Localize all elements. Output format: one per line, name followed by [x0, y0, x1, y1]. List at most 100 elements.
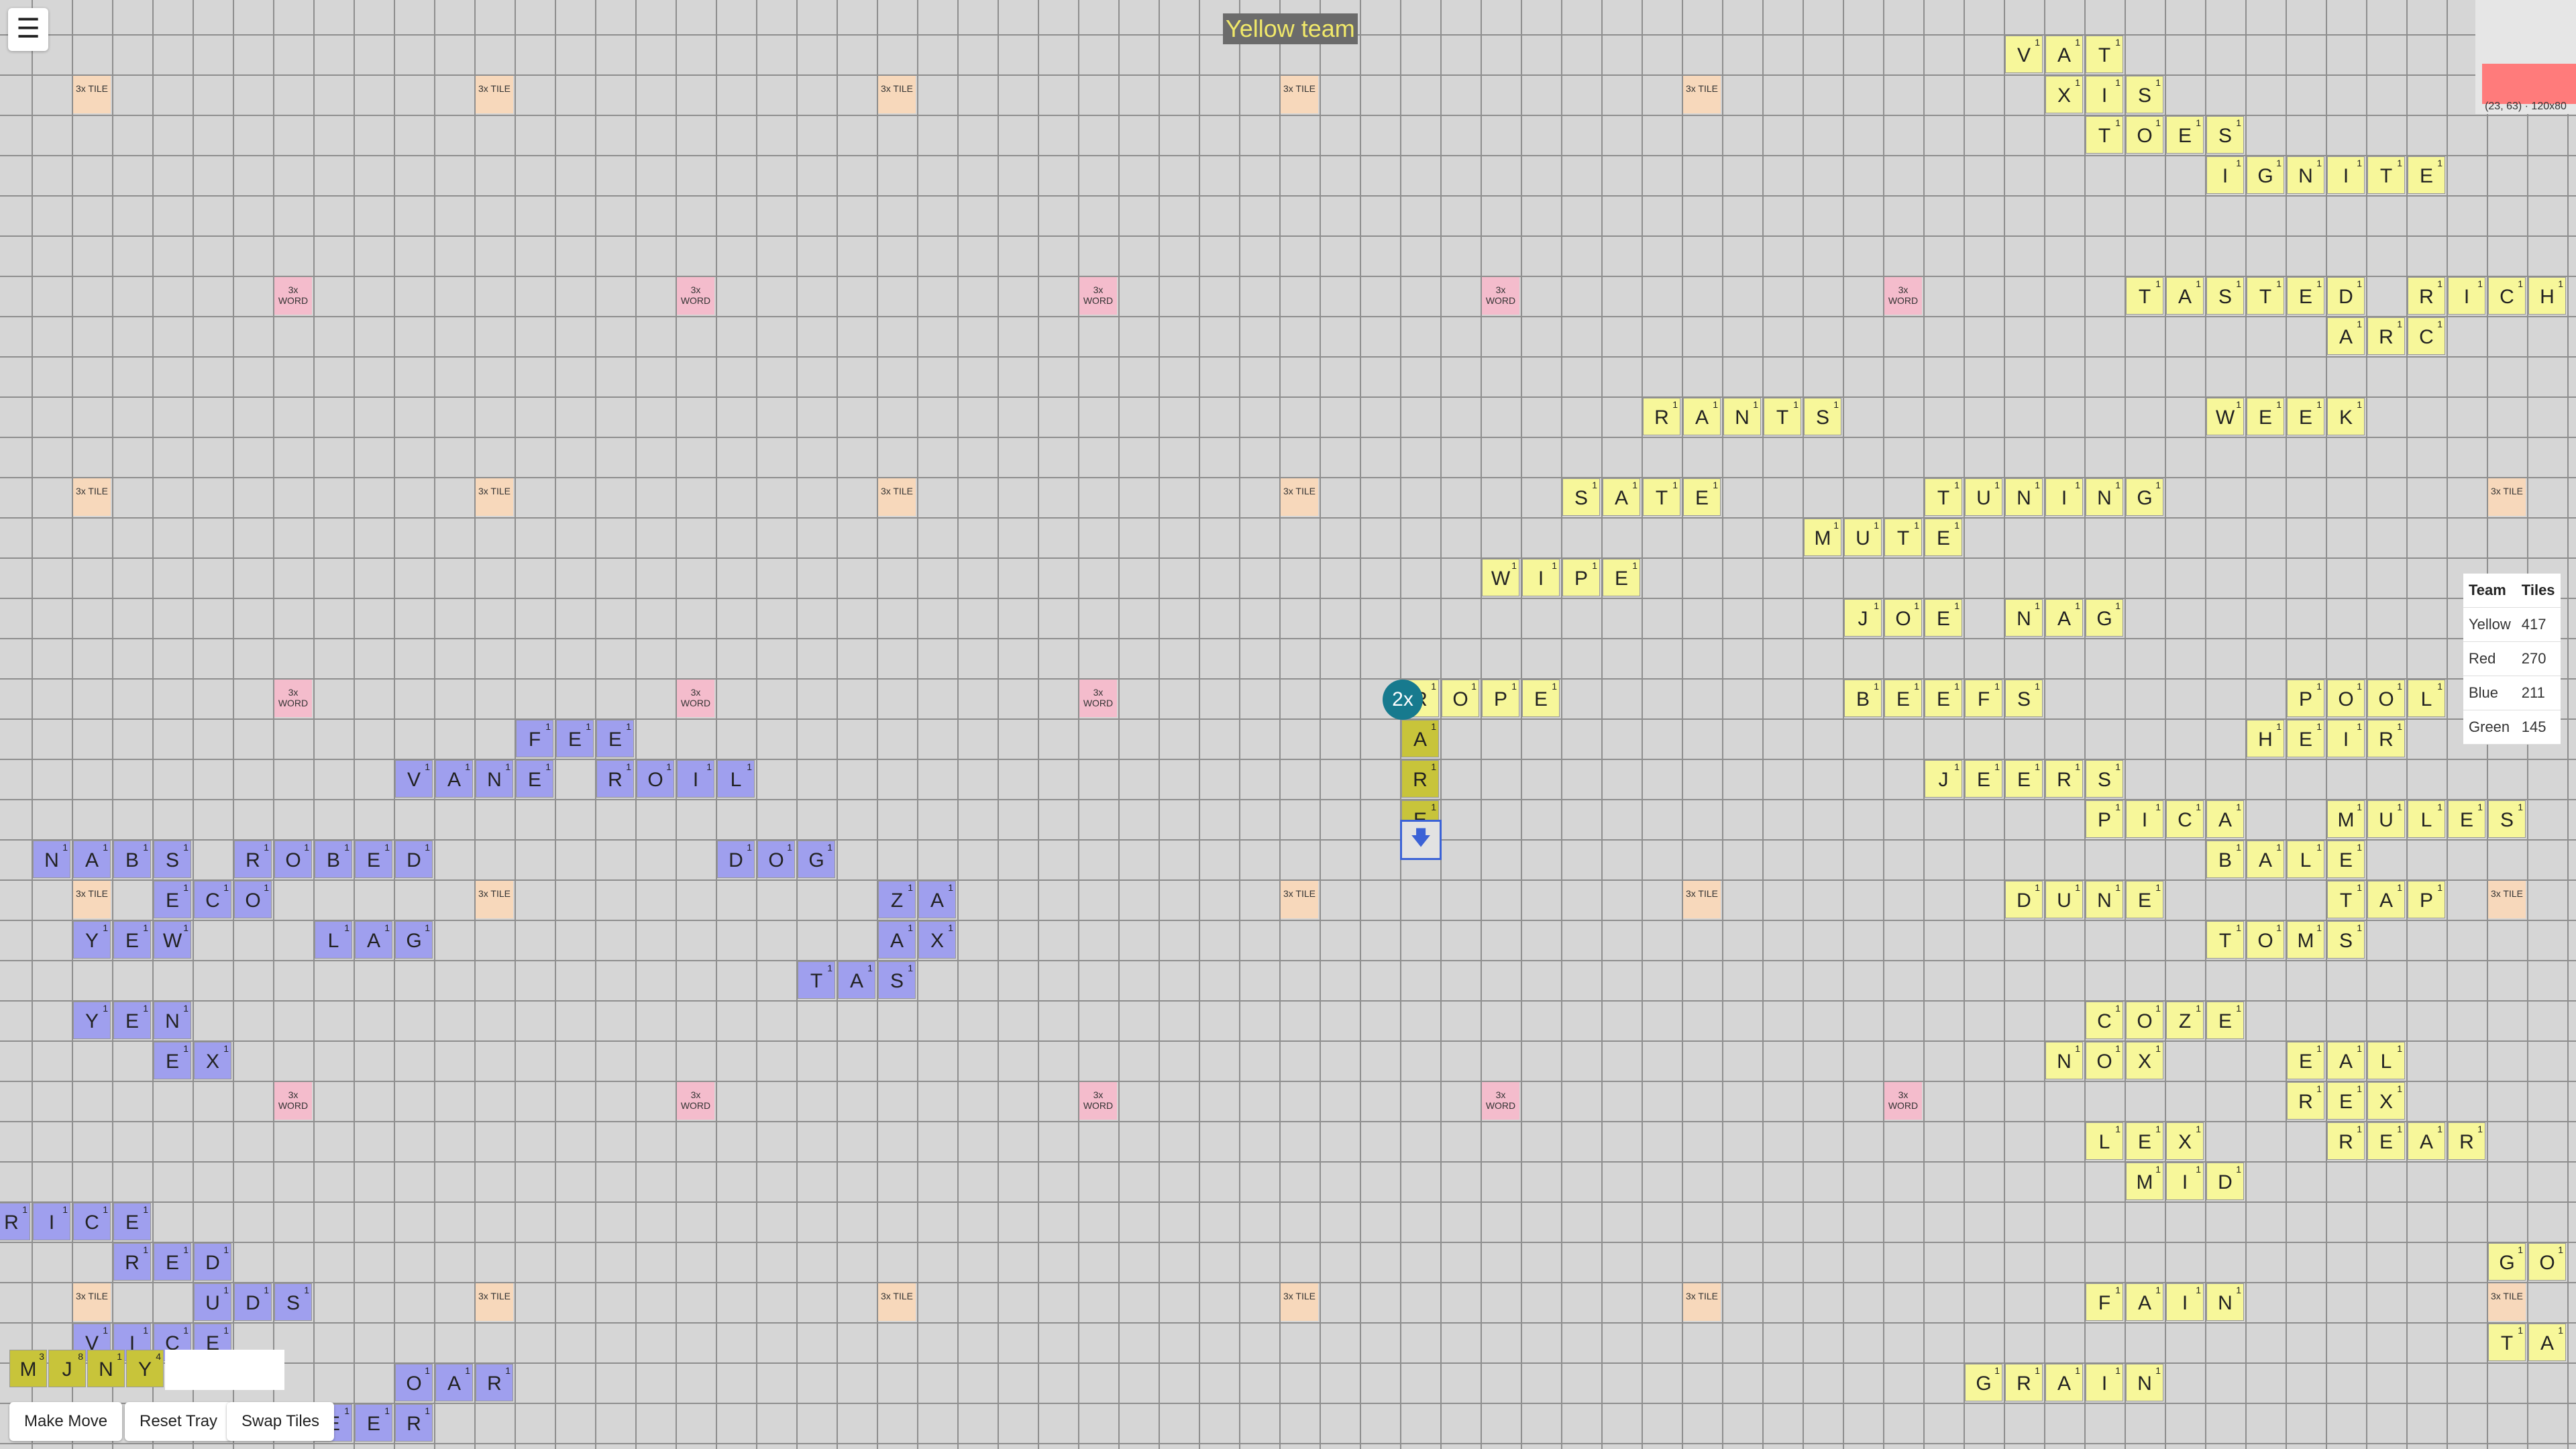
triple-word-square[interactable]: 3x WORD	[677, 680, 714, 717]
board-tile: N1	[2005, 599, 2043, 637]
triple-tile-square[interactable]: 3x TILE	[1683, 881, 1721, 918]
triple-tile-square[interactable]: 3x TILE	[2488, 1283, 2526, 1321]
triple-word-square[interactable]: 3x WORD	[677, 1082, 714, 1120]
tile-value: 1	[1431, 802, 1436, 812]
triple-tile-square[interactable]: 3x TILE	[1683, 1283, 1721, 1321]
tray-tile[interactable]: Y4	[126, 1350, 164, 1387]
tile-value: 1	[384, 922, 390, 933]
menu-button[interactable]: ☰	[8, 8, 48, 51]
tile-value: 1	[2196, 1003, 2201, 1014]
tile-value: 1	[2437, 802, 2443, 812]
triple-tile-square[interactable]: 3x TILE	[2488, 881, 2526, 918]
board-tile: I1	[2327, 156, 2365, 194]
triple-tile-square[interactable]: 3x TILE	[1683, 76, 1721, 113]
triple-word-square[interactable]: 3x WORD	[1884, 277, 1922, 315]
tile-letter: I	[2101, 1373, 2108, 1395]
placed-tile[interactable]: R1	[1401, 760, 1439, 798]
tile-value: 1	[1672, 480, 1678, 490]
team-name: Green	[2463, 710, 2516, 745]
triple-tile-square[interactable]: 3x TILE	[73, 881, 111, 918]
board-tile: E1	[2206, 1002, 2244, 1039]
triple-tile-square[interactable]: 3x TILE	[2488, 478, 2526, 516]
board-tile: E1	[2367, 1122, 2405, 1160]
triple-tile-square[interactable]: 3x TILE	[476, 478, 513, 516]
triple-tile-square[interactable]: 3x TILE	[476, 1283, 513, 1321]
tile-value: 1	[1753, 399, 1758, 410]
letter-tray[interactable]: M3 J8 N1 Y4	[9, 1350, 284, 1390]
minimap[interactable]: (23, 63) · 120x80	[2475, 0, 2576, 114]
tile-value: 1	[465, 761, 470, 772]
make-move-button[interactable]: Make Move	[9, 1402, 123, 1441]
triple-tile-square[interactable]: 3x TILE	[1281, 1283, 1318, 1321]
tile-letter: S	[2218, 125, 2232, 147]
triple-word-square[interactable]: 3x WORD	[1884, 1082, 1922, 1120]
board-tile: A1	[2367, 881, 2405, 918]
tile-letter: O	[647, 769, 663, 791]
triple-word-square[interactable]: 3x WORD	[1482, 277, 1519, 315]
board-tile: A1	[2045, 36, 2083, 73]
tile-letter: N	[2017, 487, 2031, 509]
tray-tile[interactable]: N1	[87, 1350, 125, 1387]
board-tile: E1	[2166, 116, 2204, 154]
tile-letter: X	[2379, 1091, 2393, 1113]
reset-tray-button[interactable]: Reset Tray	[125, 1402, 233, 1441]
tile-value: 1	[747, 761, 752, 772]
tile-value: 1	[2276, 158, 2282, 168]
board-tile: T1	[2327, 881, 2365, 918]
tile-letter: O	[2257, 930, 2273, 952]
triple-tile-square[interactable]: 3x TILE	[878, 478, 916, 516]
board-tile: L1	[2287, 841, 2324, 878]
triple-tile-square[interactable]: 3x TILE	[476, 76, 513, 113]
board-tile: I1	[2045, 478, 2083, 516]
tile-letter: O	[2539, 1252, 2555, 1274]
triple-tile-square[interactable]: 3x TILE	[878, 76, 916, 113]
tile-letter: E	[2258, 407, 2272, 429]
placed-tile[interactable]: A1	[1401, 720, 1439, 757]
triple-word-square[interactable]: 3x WORD	[274, 680, 312, 717]
board-tile: A1	[1603, 478, 1640, 516]
triple-tile-square[interactable]: 3x TILE	[476, 881, 513, 918]
tile-letter: X	[930, 930, 944, 952]
board-tile: B1	[113, 841, 151, 878]
tile-letter: R	[2419, 286, 2434, 308]
tile-letter: R	[125, 1252, 140, 1274]
triple-word-square[interactable]: 3x WORD	[274, 1082, 312, 1120]
placement-cursor[interactable]: 🡇	[1400, 820, 1442, 860]
triple-tile-square[interactable]: 3x TILE	[1281, 478, 1318, 516]
tile-value: 1	[2075, 1043, 2080, 1054]
swap-tiles-button[interactable]: Swap Tiles	[227, 1402, 335, 1441]
team-tiles: 211	[2516, 676, 2561, 710]
board-tile: R1	[2367, 317, 2405, 355]
tile-letter: T	[2098, 125, 2111, 147]
tile-value: 1	[2357, 1124, 2362, 1134]
board-tile: Y1	[73, 1002, 111, 1039]
tray-empty-slot[interactable]	[165, 1350, 284, 1390]
triple-tile-square[interactable]: 3x TILE	[73, 1283, 111, 1321]
triple-word-square[interactable]: 3x WORD	[1079, 1082, 1117, 1120]
board-tile: F1	[516, 720, 553, 757]
tile-value: 1	[505, 761, 511, 772]
triple-word-square[interactable]: 3x WORD	[1079, 277, 1117, 315]
triple-word-square[interactable]: 3x WORD	[274, 277, 312, 315]
tile-letter: U	[1976, 487, 1991, 509]
triple-word-square[interactable]: 3x WORD	[1079, 680, 1117, 717]
triple-tile-square[interactable]: 3x TILE	[1281, 881, 1318, 918]
game-board[interactable]: 3x TILE 3x TILE 3x TILE 3x TILE 3x TILE 3x TI…	[0, 0, 2576, 1449]
tray-tile[interactable]: J8	[48, 1350, 86, 1387]
tile-value: 1	[2196, 117, 2201, 128]
triple-tile-square[interactable]: 3x TILE	[73, 76, 111, 113]
tray-tile[interactable]: M3	[9, 1350, 47, 1387]
triple-tile-square[interactable]: 3x TILE	[73, 478, 111, 516]
triple-word-square[interactable]: 3x WORD	[1482, 1082, 1519, 1120]
tile-value: 8	[78, 1351, 83, 1362]
tile-letter: E	[2298, 729, 2312, 751]
board-tile: I1	[2086, 1364, 2123, 1401]
tile-value: 1	[1954, 761, 1960, 772]
tile-value: 1	[2155, 1285, 2161, 1295]
tile-letter: R	[487, 1373, 502, 1395]
triple-word-square[interactable]: 3x WORD	[677, 277, 714, 315]
triple-tile-square[interactable]: 3x TILE	[878, 1283, 916, 1321]
tile-value: 1	[2397, 802, 2402, 812]
triple-tile-square[interactable]: 3x TILE	[1281, 76, 1318, 113]
tile-letter: M	[2337, 809, 2355, 831]
